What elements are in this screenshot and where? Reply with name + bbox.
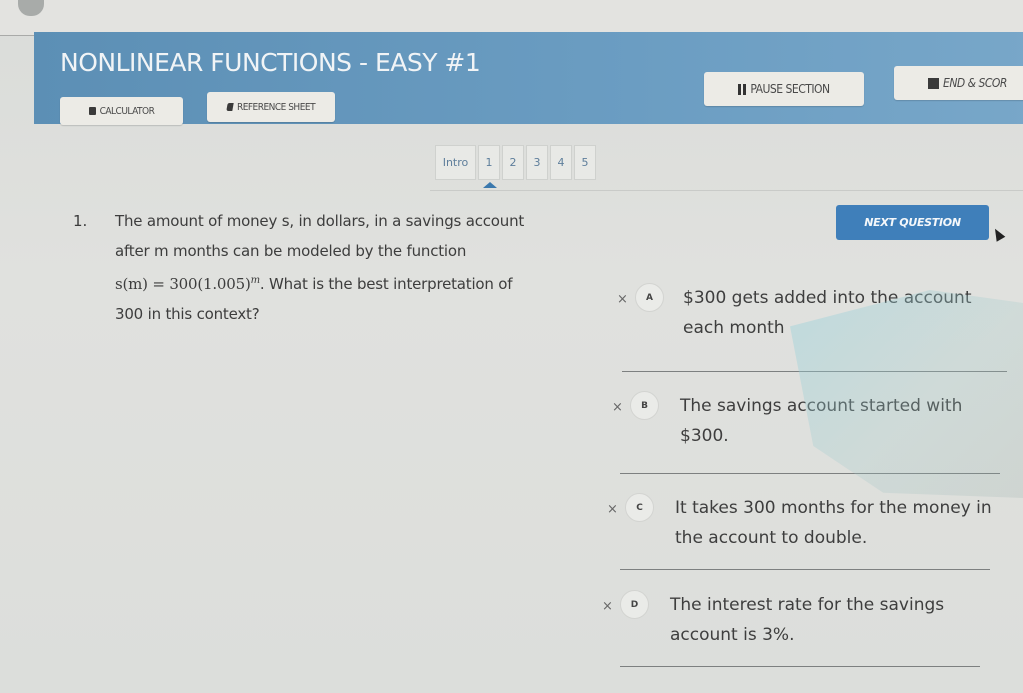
test-page: NONLINEAR FUNCTIONS - EASY #1 CALCULATOR… <box>0 0 1023 693</box>
tab-question-2[interactable]: 2 <box>502 145 524 180</box>
question-line-3: s(m) = 300(1.005)m. What is the best int… <box>115 266 575 299</box>
choice-divider <box>620 473 1000 474</box>
choice-letter[interactable]: C <box>625 493 654 522</box>
calculator-button[interactable]: CALCULATOR <box>60 97 183 125</box>
question-line-2: after m months can be modeled by the fun… <box>115 242 467 260</box>
choice-text[interactable]: The savings account started with $300. <box>680 391 1000 451</box>
end-and-score-button[interactable]: END & SCOR <box>894 66 1023 100</box>
pause-section-button[interactable]: PAUSE SECTION <box>704 72 864 106</box>
divider <box>430 190 1023 191</box>
eliminate-icon[interactable]: × <box>612 400 623 415</box>
choice-letter[interactable]: D <box>620 590 649 619</box>
stop-icon <box>928 77 939 89</box>
pause-section-label: PAUSE SECTION <box>750 82 830 96</box>
logo-icon <box>18 0 44 16</box>
reference-sheet-label: REFERENCE SHEET <box>236 101 316 113</box>
question-line-3-rest: . What is the best interpretation of <box>259 275 513 293</box>
section-header: NONLINEAR FUNCTIONS - EASY #1 CALCULATOR… <box>34 32 1023 125</box>
current-question-indicator <box>483 182 497 188</box>
choice-divider <box>622 371 1007 372</box>
question-line-1: The amount of money s, in dollars, in a … <box>115 212 525 230</box>
choice-divider <box>620 569 990 570</box>
tab-intro[interactable]: Intro <box>435 145 476 180</box>
question-formula: s(m) = 300(1.005) <box>115 275 251 293</box>
next-question-button[interactable]: NEXT QUESTION <box>836 205 989 240</box>
top-bar <box>0 0 1023 36</box>
question-formula-exponent: m <box>250 275 261 286</box>
tab-question-5[interactable]: 5 <box>574 145 596 180</box>
tab-question-3[interactable]: 3 <box>526 145 548 180</box>
calculator-label: CALCULATOR <box>99 105 155 117</box>
book-icon <box>226 103 234 111</box>
choice-text[interactable]: It takes 300 months for the money in the… <box>675 493 1005 553</box>
question-navigation: Intro 1 2 3 4 5 <box>435 145 596 180</box>
end-and-score-label: END & SCOR <box>943 76 1007 90</box>
question-text: The amount of money s, in dollars, in a … <box>115 206 575 329</box>
page-title: NONLINEAR FUNCTIONS - EASY #1 <box>60 48 481 77</box>
tab-question-4[interactable]: 4 <box>550 145 572 180</box>
question-line-4: 300 in this context? <box>115 305 260 323</box>
tab-question-1[interactable]: 1 <box>478 145 500 180</box>
choice-divider <box>620 666 980 667</box>
eliminate-icon[interactable]: × <box>617 292 628 307</box>
choice-text[interactable]: The interest rate for the savings accoun… <box>670 590 970 650</box>
eliminate-icon[interactable]: × <box>607 502 618 517</box>
pause-icon <box>738 83 747 95</box>
choice-text[interactable]: $300 gets added into the account each mo… <box>683 283 1013 343</box>
eliminate-icon[interactable]: × <box>602 599 613 614</box>
choice-letter[interactable]: A <box>635 283 664 312</box>
question-number: 1. <box>73 212 88 230</box>
mouse-cursor-icon <box>990 226 1006 242</box>
choice-letter[interactable]: B <box>630 391 659 420</box>
reference-sheet-button[interactable]: REFERENCE SHEET <box>207 92 335 122</box>
calculator-icon <box>88 107 96 115</box>
